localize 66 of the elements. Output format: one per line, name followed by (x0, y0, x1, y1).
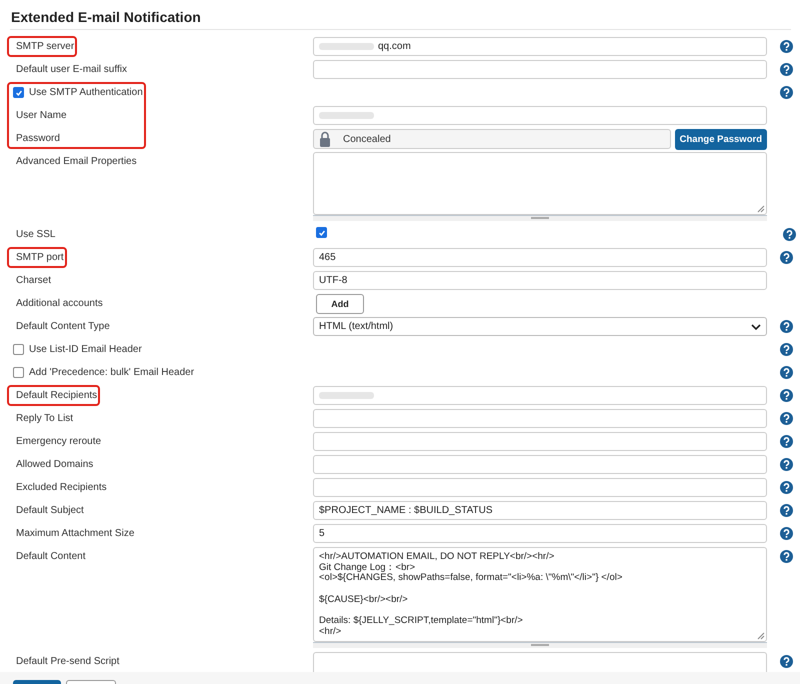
input-field[interactable]: 465 (313, 248, 767, 267)
input-field[interactable] (313, 432, 767, 451)
field-label: Advanced Email Properties (16, 156, 137, 167)
help-icon[interactable] (780, 435, 793, 448)
checkbox-label: Use List-ID Email Header (29, 344, 142, 355)
field-label: Excluded Recipients (16, 482, 107, 493)
field-label: Default Recipients (16, 390, 98, 401)
change-password-button[interactable]: Change Password (674, 129, 767, 150)
input-field[interactable] (313, 455, 767, 474)
checkbox[interactable] (13, 87, 24, 98)
lock-icon (319, 131, 331, 147)
help-icon[interactable] (780, 63, 793, 76)
field-label: Password (16, 133, 60, 144)
help-icon[interactable] (780, 320, 793, 333)
help-icon[interactable] (780, 550, 793, 563)
field-label: User Name (16, 110, 67, 121)
help-icon[interactable] (780, 504, 793, 517)
field-label: Additional accounts (16, 298, 103, 309)
text-content: <hr/>AUTOMATION EMAIL, DO NOT REPLY<br/><hr/> Git Change Log：<br> <ol>${CHANGES, showPaths=false, format="<li>%a: \"%m\"</li>"} </ol> ${CAUSE}<br/><br/> Details: ${JELLY_SCRIPT,template="html"}<br/> <hr/> (319, 552, 624, 638)
dropdown[interactable]: HTML (text/html) (313, 317, 767, 336)
field-label: Default Pre-send Script (16, 656, 120, 667)
input-field[interactable] (313, 60, 767, 79)
help-icon[interactable] (780, 343, 793, 356)
field-label: Default Content Type (16, 321, 110, 332)
field-label: Default Subject (16, 505, 84, 516)
input-field[interactable] (313, 386, 767, 405)
help-icon[interactable] (780, 86, 793, 99)
resize-grip-icon[interactable] (757, 205, 765, 213)
text-area[interactable] (313, 547, 767, 642)
field-label: Reply To List (16, 413, 74, 424)
chevron-down-icon[interactable] (751, 324, 761, 330)
help-icon[interactable] (783, 228, 796, 241)
input-field[interactable] (313, 106, 767, 125)
help-icon[interactable] (780, 527, 793, 540)
checkbox[interactable] (316, 227, 327, 238)
input-field[interactable] (313, 478, 767, 497)
help-icon[interactable] (780, 458, 793, 471)
help-icon[interactable] (780, 412, 793, 425)
add-button[interactable]: Add (316, 294, 364, 314)
checkbox[interactable] (13, 344, 24, 355)
help-icon[interactable] (780, 655, 793, 668)
input-field[interactable]: 5 (313, 524, 767, 543)
field-label: Charset (16, 275, 52, 286)
field-label: SMTP server (16, 41, 74, 52)
field-label: Use SSL (16, 229, 56, 240)
field-label: Maximum Attachment Size (16, 528, 134, 539)
input-field[interactable]: qq.com (313, 37, 767, 56)
concealed-text: Concealed (343, 134, 391, 144)
help-icon[interactable] (780, 40, 793, 53)
checkbox-label: Use SMTP Authentication (29, 87, 143, 98)
help-icon[interactable] (780, 366, 793, 379)
input-field[interactable]: $PROJECT_NAME : $BUILD_STATUS (313, 501, 767, 520)
input-field[interactable] (313, 409, 767, 428)
help-icon[interactable] (780, 389, 793, 402)
field-label: Allowed Domains (16, 459, 94, 470)
resize-grip-icon[interactable] (757, 632, 765, 640)
field-label: Default Content (16, 551, 86, 562)
help-icon[interactable] (780, 481, 793, 494)
field-label: Emergency reroute (16, 436, 102, 447)
help-icon[interactable] (780, 251, 793, 264)
field-label: SMTP port (16, 252, 64, 263)
input-field[interactable]: UTF-8 (313, 271, 767, 290)
section-title: Extended E-mail Notification (10, 0, 791, 30)
checkbox[interactable] (13, 367, 24, 378)
checkbox-label: Add 'Precedence: bulk' Email Header (29, 367, 194, 378)
field-label: Default user E-mail suffix (16, 64, 127, 75)
